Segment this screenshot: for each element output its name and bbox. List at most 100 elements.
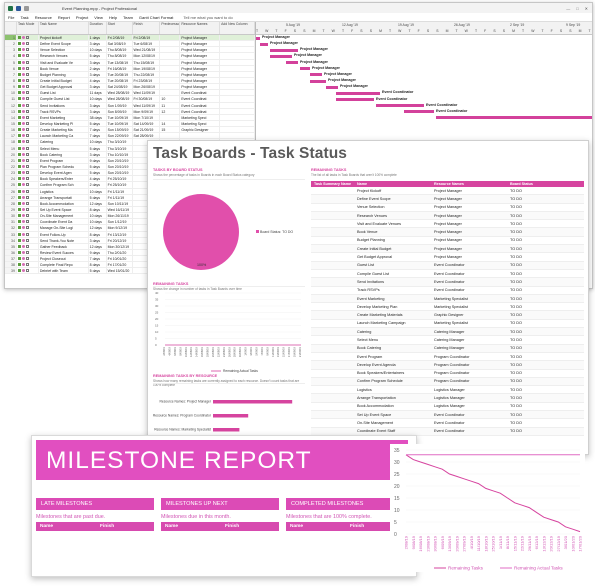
predecessors-cell[interactable]: 12 <box>160 108 181 114</box>
start-cell[interactable]: Tue 20/08/19 <box>107 71 133 77</box>
predecessors-cell[interactable] <box>160 133 181 139</box>
finish-cell[interactable]: Thu 22/08/19 <box>133 71 161 77</box>
finish-cell[interactable]: Sat 14/09/19 <box>133 120 161 127</box>
start-cell[interactable]: Wed 28/08/19 <box>107 90 133 96</box>
start-cell[interactable]: Fri 13/12/19 <box>107 231 133 237</box>
row-number[interactable]: 23 <box>5 170 17 176</box>
row-number[interactable]: 8 <box>5 77 17 84</box>
resource-cell[interactable]: Project Manager <box>180 35 221 41</box>
save-icon[interactable] <box>16 5 21 11</box>
duration-cell[interactable]: 12 days <box>89 200 107 206</box>
duration-cell[interactable]: 3 days <box>89 237 107 243</box>
minimize-icon[interactable]: — <box>566 6 570 11</box>
start-cell[interactable]: Mon 26/11/19 <box>107 213 133 219</box>
task-name-cell[interactable]: Compile Guest List <box>39 96 89 102</box>
row-number[interactable]: 34 <box>5 237 17 243</box>
predecessors-cell[interactable] <box>160 65 181 71</box>
resource-cell[interactable]: Project Manager <box>180 41 221 47</box>
finish-cell[interactable]: Mon 19/08/19 <box>133 65 161 71</box>
gantt-bar[interactable] <box>270 54 292 58</box>
task-name-cell[interactable]: Budget Planning <box>39 71 89 77</box>
tell-me-box[interactable]: Tell me what you want to do <box>183 15 232 20</box>
predecessors-cell[interactable] <box>160 47 181 53</box>
finish-cell[interactable]: Mon 9/09/19 <box>133 108 161 114</box>
gantt-bar[interactable] <box>310 79 326 83</box>
resource-cell[interactable]: Project Manager <box>180 53 221 59</box>
row-number[interactable]: 6 <box>5 65 17 71</box>
start-cell[interactable]: Sat 3/08/19 <box>107 41 133 47</box>
ribbon-tab-report[interactable]: Report <box>58 15 70 20</box>
task-name-cell[interactable]: Gather Feedback <box>39 243 89 249</box>
duration-cell[interactable]: 3 days <box>89 102 107 108</box>
row-number[interactable]: 33 <box>5 231 17 237</box>
resource-cell[interactable]: Project Manager <box>180 71 221 77</box>
duration-cell[interactable]: 7 days <box>89 133 107 139</box>
ribbon-tab-gantt-chart-format[interactable]: Gantt Chart Format <box>139 15 173 20</box>
duration-cell[interactable]: 11 days <box>89 90 107 96</box>
gantt-bar[interactable] <box>256 36 260 40</box>
start-cell[interactable]: Mon 30/12/19 <box>107 243 133 249</box>
row-number[interactable]: 24 <box>5 176 17 182</box>
start-cell[interactable]: Wed 16/11/19 <box>107 206 133 213</box>
row-number[interactable]: 10 <box>5 90 17 96</box>
resource-bar[interactable] <box>213 400 293 404</box>
start-cell[interactable]: Fri 25/10/19 <box>107 182 133 188</box>
start-cell[interactable]: Sun 20/10/19 <box>107 170 133 176</box>
ribbon-tab-project[interactable]: Project <box>76 15 88 20</box>
resource-cell[interactable]: Project Manager <box>180 84 221 90</box>
ribbon-tab-file[interactable]: File <box>8 15 14 20</box>
duration-cell[interactable]: 3 days <box>89 84 107 90</box>
gantt-bar[interactable] <box>270 48 298 52</box>
gantt-bar[interactable] <box>310 73 322 77</box>
remaining-line-chart[interactable]: 40 35 30 25 20 15 10 5 0 2/08/19 4/08/19 6/08/19 8/0… <box>153 286 305 376</box>
row-number[interactable]: 17 <box>5 133 17 139</box>
row-number[interactable]: 18 <box>5 139 17 145</box>
duration-cell[interactable]: 8 days <box>89 206 107 213</box>
row-number[interactable]: 4 <box>5 53 17 59</box>
task-name-cell[interactable]: Launch Marketing Ca <box>39 133 89 139</box>
predecessors-cell[interactable] <box>160 53 181 59</box>
task-name-cell[interactable]: Set Up Event Space <box>39 206 89 213</box>
start-cell[interactable]: Sun 10/11/19 <box>107 200 133 206</box>
duration-cell[interactable]: 2 days <box>89 65 107 71</box>
burndown-chart[interactable]: 35 30 25 20 15 10 5 0 2/08/19 9/08/19 16/08/19 23/0… <box>390 444 585 572</box>
predecessors-cell[interactable]: 10 <box>160 96 181 102</box>
task-name-cell[interactable]: Review Event Succes <box>39 249 89 256</box>
close-icon[interactable]: ✕ <box>585 6 588 11</box>
row-number[interactable]: 26 <box>5 188 17 194</box>
duration-cell[interactable]: 4 days <box>89 176 107 182</box>
col-predecessors[interactable]: Predecessors <box>160 22 181 34</box>
row-number[interactable]: 13 <box>5 108 17 114</box>
resource-cell[interactable]: Project Manager <box>180 59 221 65</box>
finish-cell[interactable]: Wed 11/09/19 <box>133 102 161 108</box>
task-name-cell[interactable]: Book Speakers/Enter <box>39 176 89 182</box>
row-number[interactable]: 28 <box>5 200 17 206</box>
gantt-bar[interactable] <box>300 67 310 71</box>
start-cell[interactable]: Thu 3/10/19 <box>107 145 133 151</box>
row-number[interactable]: 11 <box>5 96 17 102</box>
task-name-cell[interactable]: Venue Selection <box>39 47 89 53</box>
task-name-cell[interactable]: Project kickoff <box>39 35 89 41</box>
predecessors-cell[interactable] <box>160 59 181 65</box>
task-name-cell[interactable]: Guest List <box>39 90 89 96</box>
duration-cell[interactable]: 3 days <box>89 59 107 65</box>
start-cell[interactable]: Thu 3/10/19 <box>107 139 133 145</box>
row-number[interactable]: 22 <box>5 163 17 170</box>
series-line-remaining-tasks[interactable] <box>405 454 581 533</box>
row-number[interactable]: 16 <box>5 127 17 133</box>
start-cell[interactable]: Tue 10/09/19 <box>107 114 133 120</box>
row-number[interactable]: 35 <box>5 243 17 249</box>
row-number[interactable]: 30 <box>5 213 17 219</box>
row-number[interactable]: 3 <box>5 47 17 53</box>
ribbon-tab-help[interactable]: Help <box>109 15 117 20</box>
finish-cell[interactable]: Wed 21/08/19 <box>133 47 161 53</box>
duration-cell[interactable]: 10 days <box>89 96 107 102</box>
task-name-cell[interactable]: Send Thank-You Note <box>39 237 89 243</box>
task-name-cell[interactable]: Create Initial Budget <box>39 77 89 84</box>
start-cell[interactable]: Sun 22/09/19 <box>107 133 133 139</box>
duration-cell[interactable]: 10 days <box>89 47 107 53</box>
start-cell[interactable]: Fri 1/11/19 <box>107 188 133 194</box>
gantt-bar[interactable] <box>404 110 434 114</box>
task-name-cell[interactable]: Book Venue <box>39 65 89 71</box>
resource-bar[interactable] <box>213 428 240 432</box>
